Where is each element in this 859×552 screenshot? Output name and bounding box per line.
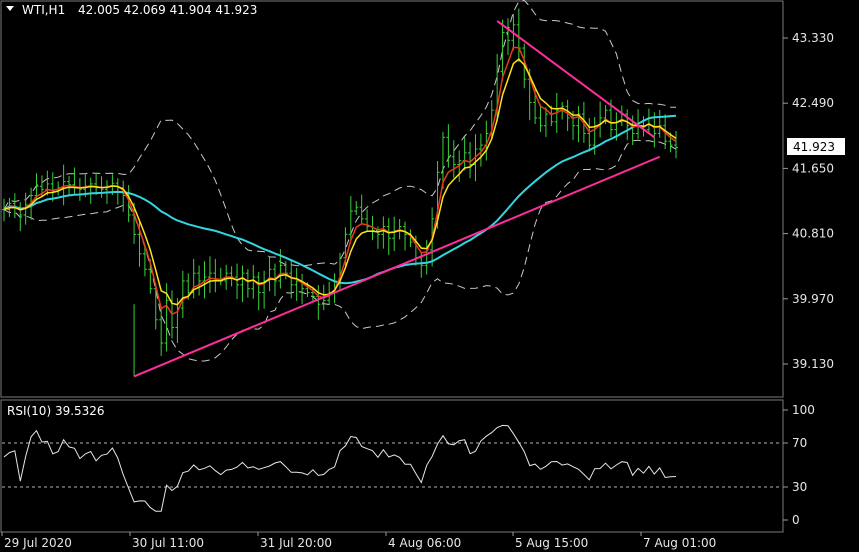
rsi-tick-label: 100 — [792, 403, 815, 417]
rsi-panel[interactable] — [0, 399, 784, 533]
price-tick-label: 43.330 — [792, 31, 834, 45]
time-tick-label: 5 Aug 15:00 — [515, 536, 588, 550]
price-tick-label: 41.650 — [792, 161, 834, 175]
price-tick-label: 42.490 — [792, 96, 834, 110]
bollinger-bands — [3, 0, 677, 362]
rsi-series-line — [3, 424, 677, 512]
rsi-tick-label: 0 — [792, 513, 800, 527]
time-tick-label: 30 Jul 11:00 — [132, 536, 204, 550]
price-tick-label: 39.970 — [792, 292, 834, 306]
trading-chart[interactable]: WTI,H1 42.005 42.069 41.904 41.923 RSI(1… — [0, 0, 859, 552]
time-tick-label: 7 Aug 01:00 — [643, 536, 716, 550]
rsi-tick-label: 30 — [792, 480, 807, 494]
time-tick-label: 29 Jul 2020 — [4, 536, 72, 550]
dropdown-triangle-icon[interactable] — [6, 6, 14, 11]
rsi-label: RSI(10) 39.5326 — [7, 404, 105, 418]
upper-resistance-line — [496, 20, 655, 139]
symbol-header: WTI,H1 42.005 42.069 41.904 41.923 — [6, 3, 257, 17]
rsi-tick-label: 70 — [792, 436, 807, 450]
current-price-value: 41.923 — [793, 140, 835, 154]
lower-band — [3, 139, 677, 362]
ohlc-values: 42.005 42.069 41.904 41.923 — [78, 3, 257, 17]
symbol-label: WTI,H1 — [22, 3, 65, 17]
time-tick-label: 4 Aug 06:00 — [388, 536, 461, 550]
axes: 43.330 42.490 41.650 40.810 39.970 39.130 100 7… — [1, 31, 834, 550]
price-tick-label: 40.810 — [792, 227, 834, 241]
rsi-line — [2, 424, 782, 512]
time-tick-label: 31 Jul 20:00 — [260, 536, 332, 550]
current-price-tag: 41.923 — [787, 138, 845, 155]
price-tick-label: 39.130 — [792, 357, 834, 371]
trend-lines — [133, 20, 661, 378]
upper-band — [3, 0, 676, 267]
